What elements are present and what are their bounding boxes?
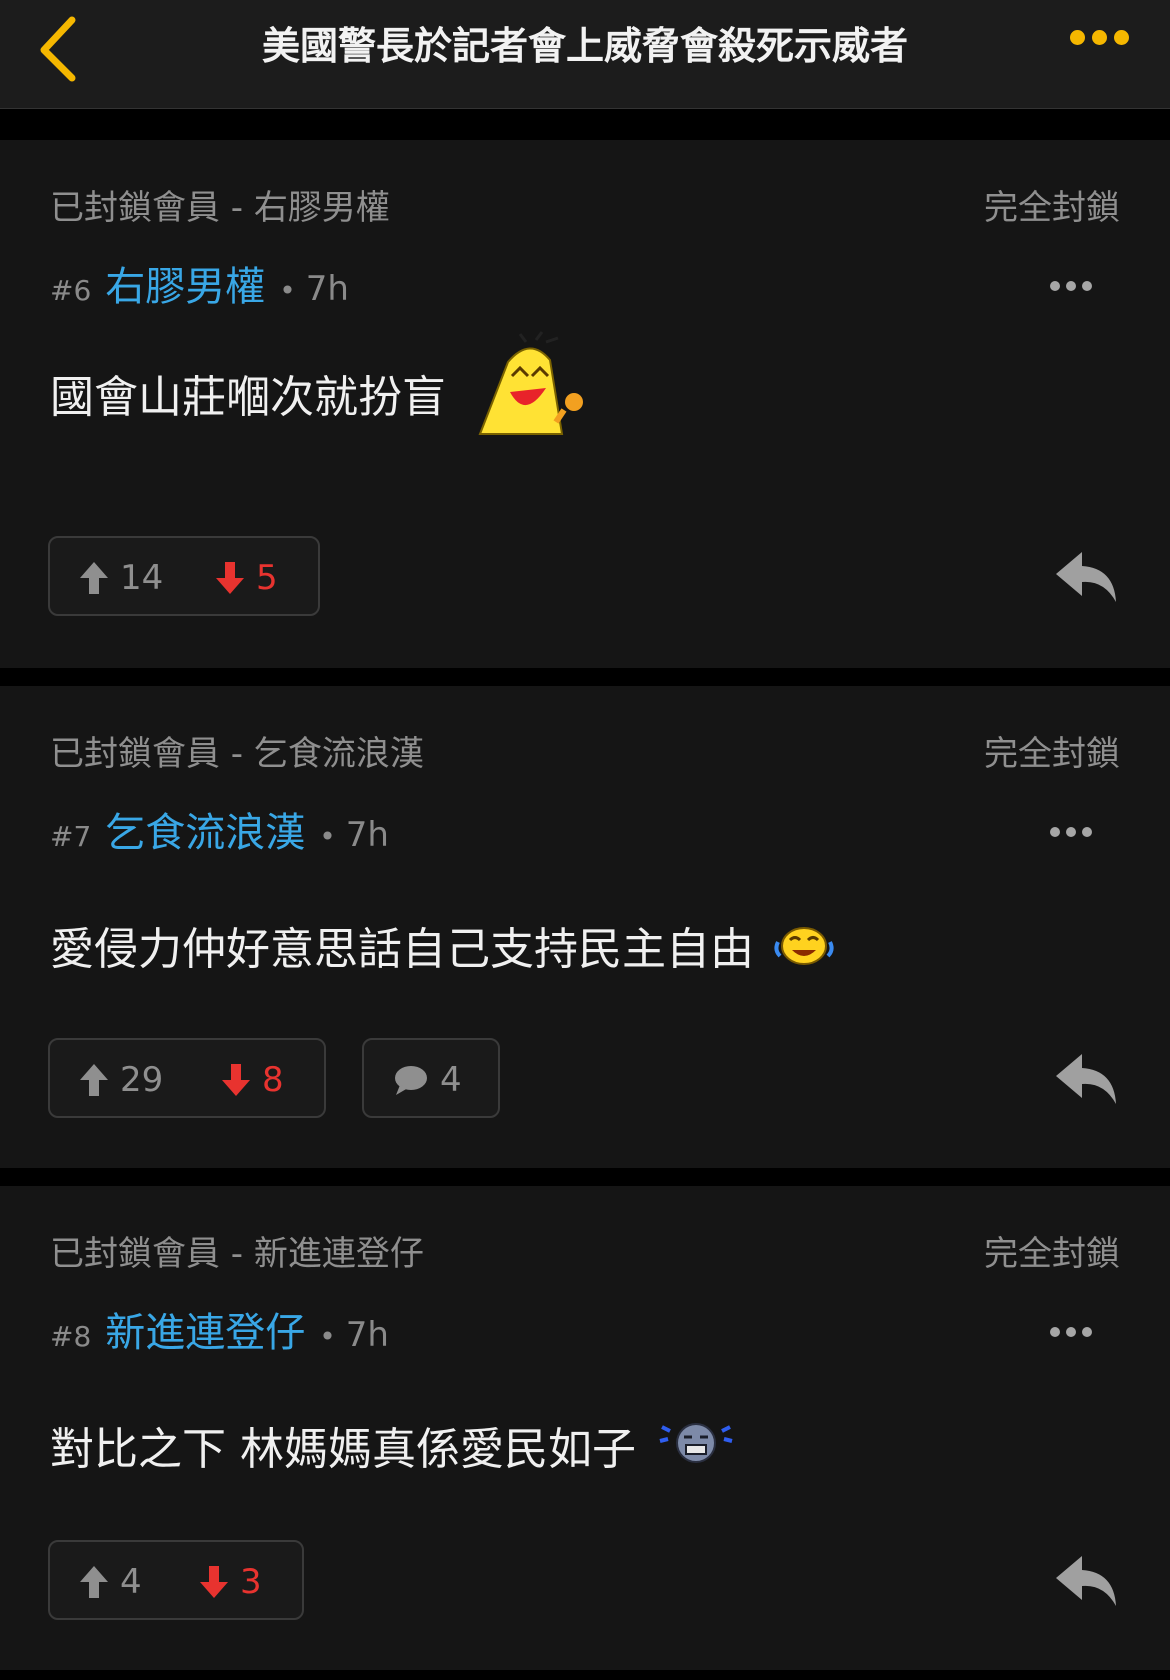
floor-number: #8 [50, 1320, 92, 1353]
comment-bubble-icon [395, 1065, 427, 1095]
upvote-count: 14 [120, 557, 164, 598]
post-card: 已封鎖會員 - 右膠男權 完全封鎖 #6 右膠男權 • 7h 國會山莊嗰次就扮盲 14… [0, 140, 1170, 668]
post-time: 7h [345, 815, 389, 855]
upvote-count: 4 [120, 1561, 142, 1602]
author-name[interactable]: 乞食流浪漢 [105, 810, 305, 856]
top-bar: 美國警長於記者會上威脅會殺死示威者 [0, 0, 1170, 109]
post-meta: #8 新進連登仔 • 7h [50, 1308, 389, 1358]
arrow-up-icon [80, 1565, 108, 1598]
separator-dot: • [319, 820, 336, 853]
post-meta: #6 右膠男權 • 7h [50, 262, 349, 312]
laughing-chick-emoji [478, 331, 583, 435]
post-meta: #7 乞食流浪漢 • 7h [50, 808, 389, 858]
blocked-member-label: 已封鎖會員 - 新進連登仔 [50, 1234, 424, 1274]
post-time: 7h [345, 1315, 389, 1355]
downvote-button[interactable]: 5 [216, 538, 278, 616]
comment-count: 4 [440, 1059, 462, 1100]
blocked-member-label: 已封鎖會員 - 右膠男權 [50, 188, 390, 228]
chevron-left-icon[interactable] [36, 14, 86, 84]
post-time: 7h [305, 269, 349, 309]
arrow-up-icon [80, 1063, 108, 1096]
downvote-count: 5 [256, 557, 278, 598]
post-text: 國會山莊嗰次就扮盲 [50, 372, 446, 423]
upvote-count: 29 [120, 1059, 164, 1100]
upvote-button[interactable]: 29 [80, 1040, 163, 1118]
more-horizontal-icon[interactable] [1070, 30, 1140, 54]
reply-icon[interactable] [1056, 1556, 1118, 1608]
vote-box: 14 5 [48, 536, 320, 616]
post-content: 愛侵力仲好意思話自己支持民主自由 [50, 920, 836, 980]
block-all-button[interactable]: 完全封鎖 [984, 1232, 1120, 1276]
crying-laugh-emoji [774, 927, 834, 965]
upvote-button[interactable]: 4 [80, 1542, 142, 1620]
post-card: 已封鎖會員 - 乞食流浪漢 完全封鎖 #7 乞食流浪漢 • 7h 愛侵力仲好意思話自己… [0, 686, 1170, 1168]
floor-number: #7 [50, 820, 92, 853]
page-title: 美國警長於記者會上威脅會殺死示威者 [261, 24, 908, 68]
downvote-count: 3 [240, 1561, 262, 1602]
reply-icon[interactable] [1056, 1054, 1118, 1106]
author-name[interactable]: 右膠男權 [105, 264, 265, 310]
post-text: 對比之下 林媽媽真係愛民如子 [50, 1424, 636, 1475]
arrow-down-icon [200, 1565, 228, 1598]
floor-number: #6 [50, 274, 92, 307]
downvote-count: 8 [262, 1059, 284, 1100]
block-all-button[interactable]: 完全封鎖 [984, 732, 1120, 776]
post-more-icon[interactable] [1050, 822, 1110, 838]
post-content: 對比之下 林媽媽真係愛民如子 [50, 1420, 736, 1480]
comments-button[interactable]: 4 [362, 1038, 500, 1118]
downvote-button[interactable]: 3 [200, 1542, 262, 1620]
arrow-down-icon [222, 1063, 250, 1096]
post-text: 愛侵力仲好意思話自己支持民主自由 [50, 924, 754, 975]
block-all-button[interactable]: 完全封鎖 [984, 186, 1120, 230]
separator-dot: • [319, 1320, 336, 1353]
author-name[interactable]: 新進連登仔 [105, 1310, 305, 1356]
sad-crying-emoji [659, 1423, 733, 1463]
post-more-icon[interactable] [1050, 1322, 1110, 1338]
reply-icon[interactable] [1056, 552, 1118, 604]
post-content: 國會山莊嗰次就扮盲 [50, 331, 588, 440]
upvote-button[interactable]: 14 [80, 538, 163, 616]
separator-dot: • [279, 274, 296, 307]
arrow-down-icon [216, 561, 244, 594]
vote-box: 29 8 [48, 1038, 326, 1118]
blocked-member-label: 已封鎖會員 - 乞食流浪漢 [50, 734, 424, 774]
post-card: 已封鎖會員 - 新進連登仔 完全封鎖 #8 新進連登仔 • 7h 對比之下 林媽媽真係… [0, 1186, 1170, 1670]
arrow-up-icon [80, 561, 108, 594]
post-more-icon[interactable] [1050, 276, 1110, 292]
downvote-button[interactable]: 8 [222, 1040, 284, 1118]
vote-box: 4 3 [48, 1540, 304, 1620]
